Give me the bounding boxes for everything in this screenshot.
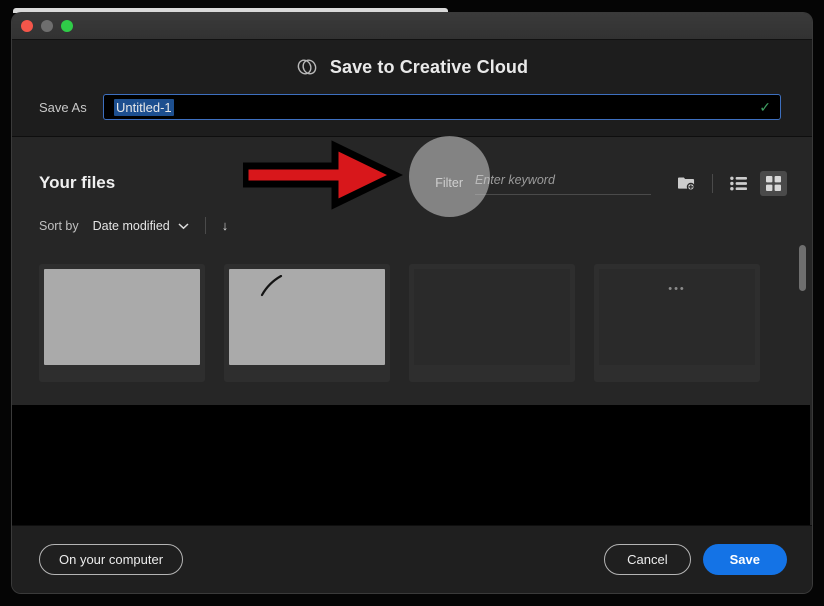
minimize-window-button[interactable]: [41, 20, 53, 32]
filter-group: Filter Enter keyword: [435, 171, 651, 195]
file-grid: •••: [39, 264, 790, 382]
dialog-footer: On your computer Cancel Save: [12, 525, 812, 593]
file-card-1[interactable]: [39, 264, 205, 382]
chevron-down-icon: [178, 219, 189, 233]
grid-view-icon[interactable]: [760, 170, 787, 196]
occlusion-overlay: [12, 405, 810, 525]
save-as-row: Save As Untitled-1 ✓: [12, 94, 812, 120]
file-thumbnail: •••: [599, 269, 755, 365]
window-titlebar: [12, 13, 812, 40]
file-thumbnail: [229, 269, 385, 365]
close-window-button[interactable]: [21, 20, 33, 32]
cancel-button[interactable]: Cancel: [604, 544, 691, 575]
sort-by-label: Sort by: [39, 218, 79, 233]
save-as-label: Save As: [39, 99, 87, 115]
creative-cloud-icon: [296, 56, 318, 78]
list-view-icon[interactable]: [725, 171, 752, 196]
sort-divider: [204, 217, 206, 234]
save-as-value: Untitled-1: [114, 98, 174, 116]
sort-by-value: Date modified: [92, 218, 170, 233]
file-card-2[interactable]: [224, 264, 390, 382]
filter-label: Filter: [435, 176, 463, 190]
desktop-backdrop: Save to Creative Cloud Save As Untitled-…: [0, 0, 824, 606]
file-card-4[interactable]: •••: [594, 264, 760, 382]
scrollbar-thumb[interactable]: [799, 245, 806, 291]
sort-direction-icon[interactable]: ↓: [222, 218, 229, 233]
sort-row: Sort by Date modified ↓: [12, 203, 812, 234]
file-browser-panel: Your files Filter Enter keyword Sort by …: [12, 137, 812, 525]
new-folder-icon[interactable]: [673, 171, 700, 196]
save-as-input[interactable]: Untitled-1 ✓: [103, 94, 781, 120]
sort-by-dropdown[interactable]: Date modified: [93, 219, 189, 233]
your-files-heading: Your files: [39, 173, 116, 192]
save-button[interactable]: Save: [702, 544, 787, 575]
on-your-computer-button[interactable]: On your computer: [39, 544, 184, 575]
filter-input[interactable]: Enter keyword: [475, 171, 651, 195]
file-thumbnail: [414, 269, 570, 365]
dialog-header: Save to Creative Cloud Save As Untitled-…: [12, 40, 812, 137]
files-header-row: Your files Filter Enter keyword: [12, 137, 812, 203]
filter-placeholder: Enter keyword: [475, 173, 555, 187]
thumbnail-dots: •••: [668, 283, 686, 295]
view-controls: [673, 170, 787, 196]
file-card-3[interactable]: [409, 264, 575, 382]
checkmark-icon: ✓: [759, 99, 771, 115]
toolbar-divider: [712, 173, 713, 193]
page-title: Save to Creative Cloud: [329, 56, 529, 77]
maximize-window-button[interactable]: [61, 20, 73, 32]
dialog-title-row: Save to Creative Cloud: [12, 40, 812, 94]
save-to-creative-cloud-dialog: Save to Creative Cloud Save As Untitled-…: [12, 13, 812, 593]
file-thumbnail: [44, 269, 200, 365]
